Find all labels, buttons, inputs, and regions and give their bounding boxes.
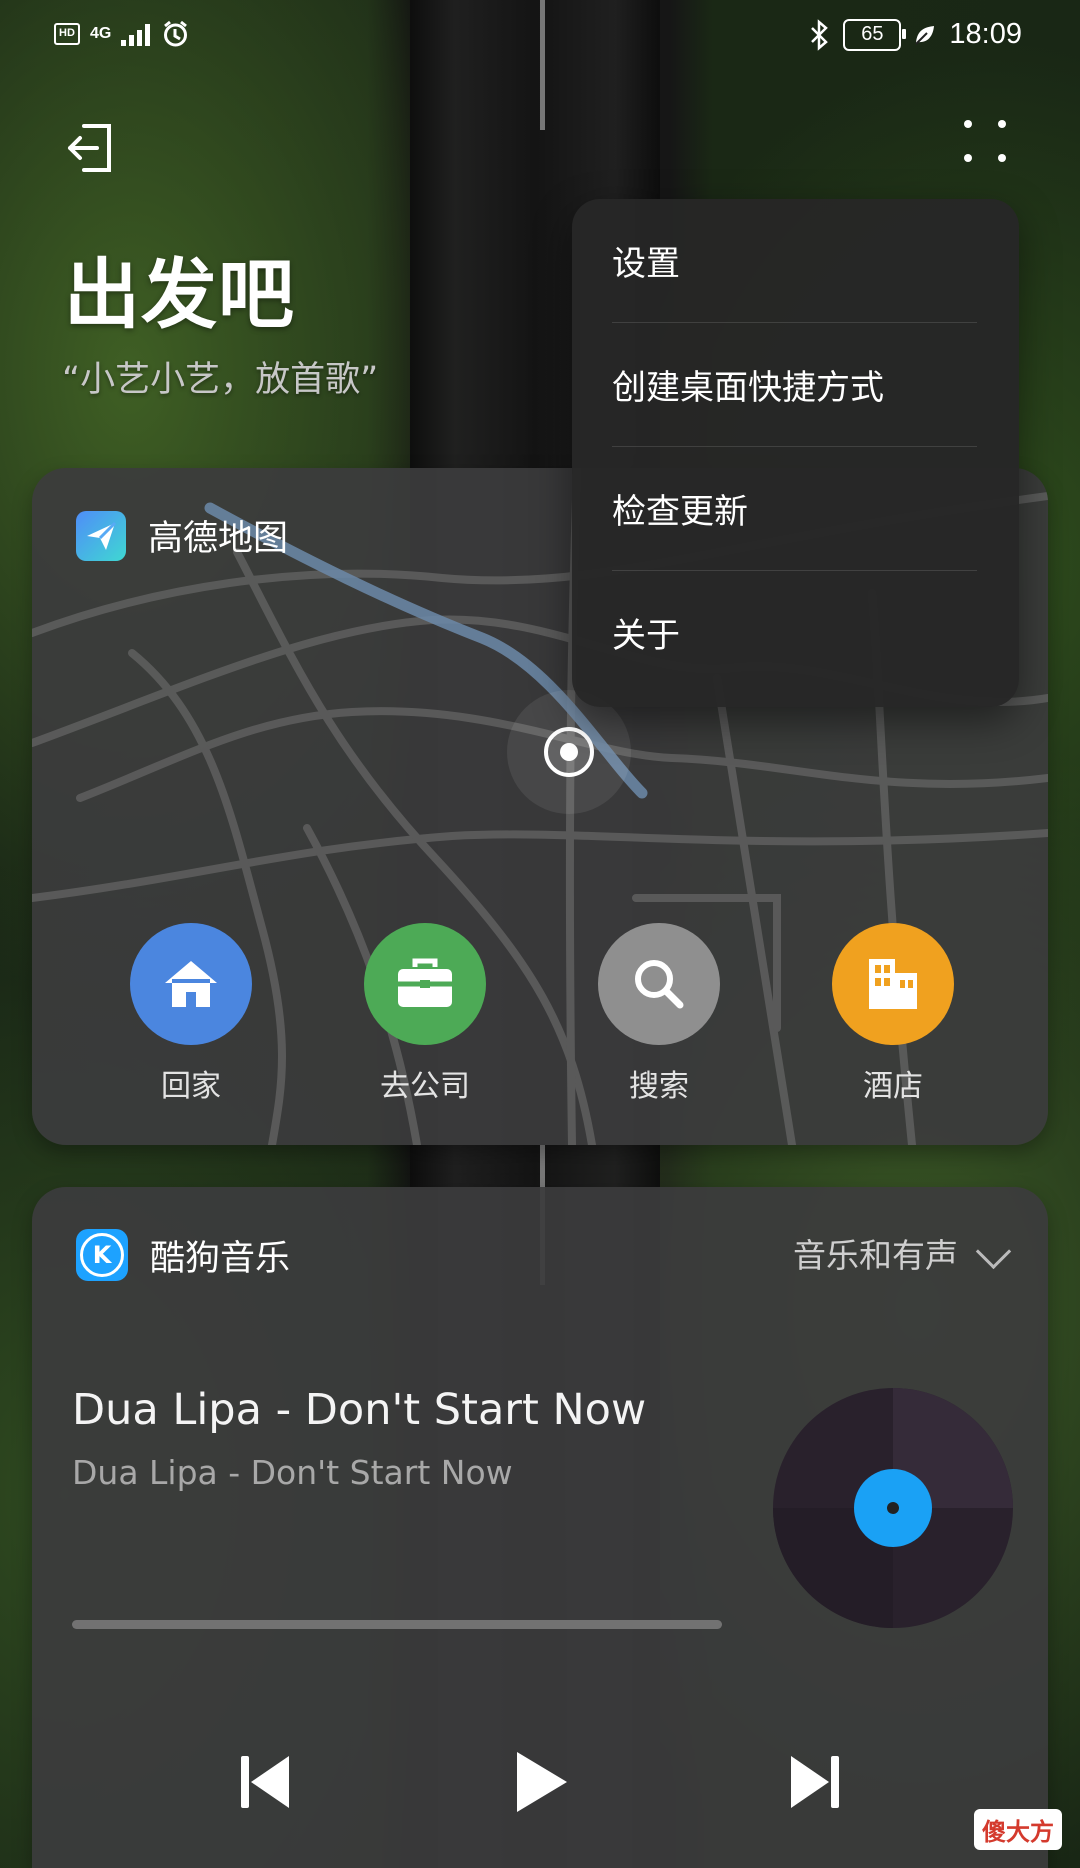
time: 18:09 (949, 18, 1022, 50)
shortcut-home[interactable]: 回家 (111, 923, 271, 1107)
menu-item-about[interactable]: 关于 (612, 571, 977, 694)
signal-icon (121, 22, 151, 46)
briefcase-icon (364, 923, 486, 1045)
music-source-tab[interactable]: 音乐和有声 (793, 1229, 958, 1277)
status-bar: HD 4G 65 18:09 (0, 0, 1080, 72)
song-progress-bar[interactable] (72, 1620, 722, 1629)
current-location-icon (544, 727, 594, 777)
bluetooth-icon (811, 18, 829, 51)
map-app-header: 高德地图 (76, 510, 288, 561)
network-label: 4G (90, 24, 112, 42)
voice-hint: “小艺小艺，放首歌” (62, 360, 379, 400)
overflow-menu: 设置 创建桌面快捷方式 检查更新 关于 (572, 199, 1019, 707)
status-right: 65 18:09 (807, 18, 1022, 51)
music-app-name: 酷狗音乐 (150, 1238, 291, 1279)
hd-icon: HD (54, 22, 80, 45)
music-app-logo-icon: K (76, 1229, 128, 1281)
next-button[interactable] (770, 1737, 860, 1827)
leaf-icon (915, 25, 935, 45)
hotel-icon (832, 923, 954, 1045)
shortcut-company[interactable]: 去公司 (345, 923, 505, 1107)
shortcut-home-label: 回家 (161, 1069, 221, 1104)
play-button[interactable] (495, 1737, 585, 1827)
battery-icon: 65 (843, 18, 907, 51)
shortcut-hotel-label: 酒店 (863, 1069, 923, 1104)
shortcut-hotel[interactable]: 酒店 (813, 923, 973, 1107)
status-left: HD 4G (54, 18, 191, 49)
chevron-down-icon[interactable] (975, 1233, 1012, 1270)
map-app-name: 高德地图 (148, 519, 289, 559)
song-subtitle: Dua Lipa - Don't Start Now (72, 1453, 513, 1492)
watermark: 傻大方 (974, 1809, 1062, 1850)
vinyl-record-icon (773, 1388, 1013, 1628)
menu-item-create-shortcut[interactable]: 创建桌面快捷方式 (612, 323, 977, 447)
menu-item-settings[interactable]: 设置 (612, 199, 977, 323)
shortcut-search[interactable]: 搜索 (579, 923, 739, 1107)
music-card[interactable]: K 酷狗音乐 音乐和有声 Dua Lipa - Don't Start Now … (32, 1187, 1048, 1868)
shortcut-company-label: 去公司 (380, 1069, 470, 1104)
home-icon (130, 923, 252, 1045)
alarm-icon (164, 20, 188, 47)
music-app-header: K 酷狗音乐 (76, 1229, 290, 1281)
map-app-logo-icon (76, 510, 126, 561)
previous-button[interactable] (220, 1737, 310, 1827)
search-icon (598, 923, 720, 1045)
battery-level: 65 (861, 23, 884, 45)
page-title: 出发吧 (64, 250, 295, 339)
shortcut-search-label: 搜索 (629, 1069, 689, 1104)
song-title: Dua Lipa - Don't Start Now (72, 1385, 647, 1435)
more-options-icon[interactable] (964, 120, 1006, 162)
menu-item-check-update[interactable]: 检查更新 (612, 447, 977, 571)
exit-icon[interactable] (62, 118, 122, 178)
